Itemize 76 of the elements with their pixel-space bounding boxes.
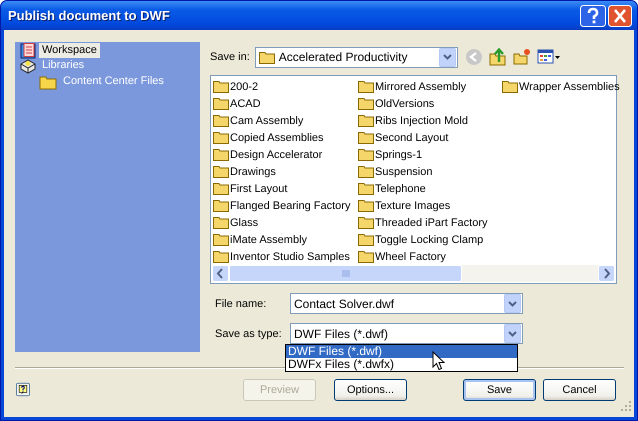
folder-item[interactable]: ACAD: [230, 98, 261, 110]
folder-icon: [258, 50, 275, 64]
file-type-option[interactable]: DWF Files (*.dwf): [286, 345, 517, 358]
new-folder-icon[interactable]: [512, 48, 531, 66]
folder-icon: [358, 97, 374, 110]
dialog-button[interactable]: Options...: [334, 378, 407, 400]
folder-item[interactable]: Wheel Factory: [375, 250, 446, 262]
folder-item[interactable]: Cam Assembly: [230, 114, 304, 126]
folder-icon: [213, 199, 229, 212]
notebook-icon: [20, 42, 36, 58]
folder-icon: [502, 80, 518, 93]
folder-item[interactable]: Copied Assemblies: [230, 132, 324, 144]
folder-icon: [213, 250, 229, 263]
folder-icon: [213, 131, 229, 144]
folder-item[interactable]: Second Layout: [375, 132, 448, 144]
file-name-field[interactable]: Contact Solver.dwf: [290, 293, 523, 314]
folder-icon: [39, 74, 57, 90]
dialog-button[interactable]: Save: [463, 378, 536, 400]
folder-item[interactable]: Ribs Injection Mold: [375, 114, 468, 126]
resize-grip-icon[interactable]: [621, 401, 632, 412]
folder-icon: [213, 148, 229, 161]
save-in-dropdown[interactable]: Accelerated Productivity: [254, 46, 458, 68]
folder-item[interactable]: Springs-1: [375, 148, 422, 160]
folder-up-icon[interactable]: [488, 48, 507, 66]
folder-icon: [358, 199, 374, 212]
folder-icon: [213, 233, 229, 246]
folder-icon: [358, 148, 374, 161]
chevron-down-icon: [442, 54, 452, 60]
folder-icon: [213, 216, 229, 229]
folder-item[interactable]: Telephone: [375, 182, 426, 194]
folder-item[interactable]: Suspension: [375, 166, 432, 178]
folder-icon: [358, 233, 374, 246]
folder-item[interactable]: OldVersions: [375, 98, 434, 110]
folder-item[interactable]: Inventor Studio Samples: [230, 250, 350, 262]
folder-item[interactable]: Design Accelerator: [230, 148, 322, 160]
folder-icon: [358, 114, 374, 127]
folder-icon: [213, 114, 229, 127]
folder-item[interactable]: Mirrored Assembly: [375, 80, 466, 92]
folder-item[interactable]: Flanged Bearing Factory: [230, 200, 350, 212]
scroll-right-icon[interactable]: [598, 265, 615, 282]
folder-icon: [213, 97, 229, 110]
folder-icon: [358, 131, 374, 144]
folder-icon: [358, 250, 374, 263]
folder-item[interactable]: 200-2: [230, 80, 258, 92]
folder-icon: [358, 182, 374, 195]
file-type-option[interactable]: DWFx Files (*.dwfx): [286, 358, 517, 371]
folder-item[interactable]: Texture Images: [375, 200, 450, 212]
folder-item[interactable]: Wrapper Assemblies: [519, 80, 620, 92]
folder-item[interactable]: Threaded iPart Factory: [375, 216, 488, 228]
window-title: Publish document to DWF: [8, 8, 170, 23]
folder-icon: [213, 182, 229, 195]
scroll-left-icon[interactable]: [212, 265, 229, 282]
horizontal-scrollbar[interactable]: [212, 265, 615, 282]
view-menu-icon[interactable]: [536, 48, 561, 66]
folder-icon: [358, 165, 374, 178]
folder-icon: [213, 165, 229, 178]
scrollbar-thumb[interactable]: [229, 265, 462, 282]
save-as-type-dropdown[interactable]: DWF Files (*.dwf): [290, 323, 523, 344]
dialog-button[interactable]: Cancel: [543, 378, 616, 400]
save-in-label: Save in:: [210, 51, 250, 63]
help-button[interactable]: [580, 4, 606, 26]
chevron-down-icon: [508, 330, 517, 336]
folder-icon: [213, 80, 229, 93]
save-as-type-label: Save as type:: [215, 328, 283, 340]
folder-icon: [358, 80, 374, 93]
folder-item[interactable]: iMate Assembly: [230, 234, 308, 246]
folder-icon: [358, 216, 374, 229]
folder-item[interactable]: First Layout: [230, 182, 288, 194]
folder-item[interactable]: Glass: [230, 216, 258, 228]
place-item[interactable]: Workspace: [39, 43, 100, 58]
close-button[interactable]: [608, 4, 632, 26]
chevron-down-icon: [508, 300, 517, 306]
file-name-label: File name:: [215, 298, 268, 310]
folder-item[interactable]: Toggle Locking Clamp: [375, 234, 484, 246]
box-icon: [20, 58, 36, 74]
folder-item[interactable]: Drawings: [230, 166, 276, 178]
